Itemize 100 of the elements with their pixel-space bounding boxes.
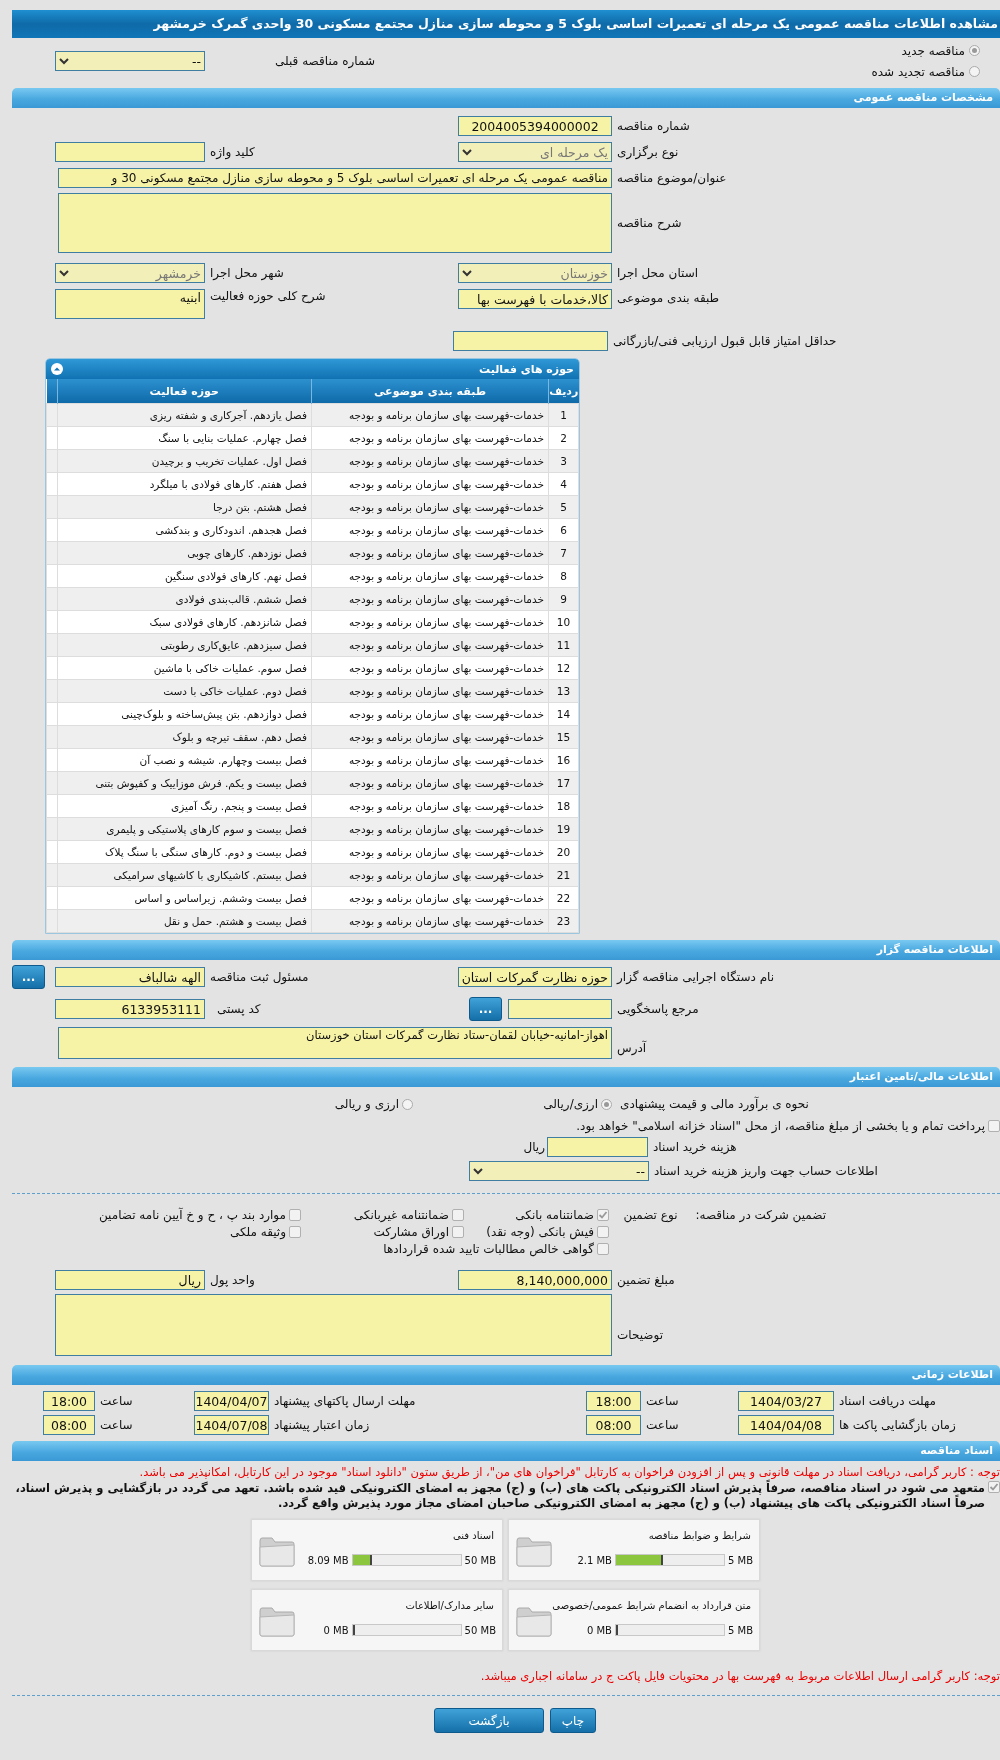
column-header: ردیف — [548, 379, 579, 404]
table-cell: خدمات-فهرست بهای سازمان برنامه و بودجه — [311, 472, 549, 496]
browse-button[interactable]: ... — [469, 997, 502, 1021]
table-cell: فصل هجدهم. اندودکاری و بندکشی — [57, 518, 312, 542]
section-header: اسناد مناقصه — [12, 1441, 1000, 1461]
radio-label: مناقصه جدید — [901, 43, 965, 58]
table-cell: خدمات-فهرست بهای سازمان برنامه و بودجه — [311, 886, 549, 910]
checkbox-label: فیش بانکی (وجه نقد) — [486, 1225, 594, 1239]
checkbox[interactable] — [597, 1243, 609, 1255]
input-field[interactable] — [547, 1137, 648, 1157]
table-cell: فصل هفتم. کارهای فولادی با میلگرد — [57, 472, 312, 496]
input-field[interactable]: 1404/04/08 — [738, 1415, 834, 1435]
collapse-icon[interactable] — [51, 363, 63, 375]
radio-button[interactable] — [969, 45, 980, 56]
checkbox[interactable] — [597, 1209, 609, 1221]
field-label: نام دستگاه اجرایی مناقصه گزار — [615, 970, 775, 984]
table-cell: خدمات-فهرست بهای سازمان برنامه و بودجه — [311, 909, 549, 933]
field-label: مرجع پاسخگویی — [616, 1002, 699, 1016]
field-label: اطلاعات حساب جهت واریز هزینه خرید اسناد — [653, 1164, 878, 1178]
field-label: ساعت — [645, 1418, 679, 1432]
column-header: حوزه فعالیت — [57, 379, 312, 404]
input-field[interactable]: 1404/07/08 — [194, 1415, 269, 1435]
radio-button[interactable] — [601, 1098, 612, 1110]
browse-button[interactable]: ... — [12, 965, 45, 989]
table-cell: 16 — [548, 748, 579, 772]
table-cell: 4 — [548, 472, 579, 496]
back-button[interactable]: بازگشت — [434, 1708, 544, 1733]
input-field[interactable]: 6133953111 — [55, 999, 205, 1019]
input-field[interactable]: کالا،خدمات با فهرست بها — [458, 289, 612, 309]
file-size: 0 MB — [586, 1624, 612, 1636]
file-size: 0 MB — [323, 1624, 349, 1636]
checkbox[interactable] — [452, 1226, 464, 1238]
input-field[interactable]: 08:00 — [586, 1415, 641, 1435]
checkbox[interactable] — [988, 1120, 1000, 1132]
checkbox[interactable] — [988, 1481, 1000, 1493]
dropdown[interactable]: خوزستان — [458, 263, 612, 283]
checkbox[interactable] — [289, 1226, 301, 1238]
dropdown[interactable]: خرمشهر — [55, 263, 205, 283]
input-field[interactable] — [55, 142, 205, 162]
field-label: شماره مناقصه — [616, 119, 690, 133]
checkbox[interactable] — [452, 1209, 464, 1221]
table-cell: خدمات-فهرست بهای سازمان برنامه و بودجه — [311, 426, 549, 450]
table-cell: خدمات-فهرست بهای سازمان برنامه و بودجه — [311, 656, 549, 680]
table-cell: خدمات-فهرست بهای سازمان برنامه و بودجه — [311, 633, 549, 657]
table-cell: فصل بیست و یکم. فرش موزاییک و کفپوش بتنی — [57, 771, 312, 795]
input-field[interactable]: ابنیه — [55, 289, 205, 319]
input-field[interactable]: 18:00 — [586, 1391, 641, 1411]
input-field[interactable]: 18:00 — [43, 1391, 95, 1411]
max-size: 5 MB — [727, 1624, 753, 1636]
input-field[interactable]: ریال — [55, 1270, 205, 1290]
column-header: طبقه بندی موضوعی — [311, 379, 549, 404]
checkbox-label: اوراق مشارکت — [373, 1225, 449, 1239]
chevron-icon — [462, 269, 472, 277]
dropdown[interactable]: -- — [469, 1161, 649, 1181]
text-area[interactable]: اهواز-امانیه-خیابان لقمان-ستاد نظارت گمرکات استان خوزستان — [58, 1027, 612, 1059]
field-label: استان محل اجرا — [616, 266, 699, 280]
input-field[interactable] — [453, 331, 608, 351]
input-field[interactable]: مناقصه عمومی یک مرحله ای تعمیرات اساسی بلوک 5 و محوطه سازی منازل مجتمع مسکونی 30 و — [58, 168, 612, 188]
table-cell: خدمات-فهرست بهای سازمان برنامه و بودجه — [311, 725, 549, 749]
radio-button[interactable] — [969, 66, 980, 77]
dropdown[interactable]: -- — [55, 51, 205, 71]
radio-label: مناقصه تجدید شده — [871, 64, 965, 79]
checkbox[interactable] — [289, 1209, 301, 1221]
table-cell: 8 — [548, 564, 579, 588]
table-cell: فصل بیستم. کاشیکاری با کاشیهای سرامیکی — [57, 863, 312, 887]
input-field[interactable]: 2004005394000002 — [458, 116, 612, 136]
checkbox-label: گواهی خالص مطالبات تایید شده قراردادها — [383, 1242, 594, 1256]
input-field[interactable]: 08:00 — [43, 1415, 95, 1435]
input-field[interactable]: الهه شالباف — [55, 967, 205, 987]
input-field[interactable]: 1404/03/27 — [738, 1391, 834, 1411]
field-label: ساعت — [645, 1394, 679, 1408]
input-field[interactable]: حوزه نظارت گمرکات استان — [458, 967, 612, 987]
panel-title: حوزه های فعالیت — [479, 362, 574, 376]
input-field[interactable] — [508, 999, 612, 1019]
text-area[interactable] — [58, 193, 612, 253]
table-cell: 14 — [548, 702, 579, 726]
table-cell: خدمات-فهرست بهای سازمان برنامه و بودجه — [311, 610, 549, 634]
radio-label: ارزی و ریالی — [334, 1097, 399, 1111]
field-label: تضمین شرکت در مناقصه: — [695, 1208, 826, 1222]
table-cell: 2 — [548, 426, 579, 450]
file-name: متن قرارداد به انضمام شرایط عمومی/خصوصی — [552, 1600, 751, 1611]
input-field[interactable]: 8,140,000,000 — [458, 1270, 612, 1290]
field-label: کد پستی — [216, 1002, 261, 1016]
radio-button[interactable] — [402, 1098, 413, 1110]
file-name: اسناد فنی — [453, 1530, 494, 1541]
table-cell: خدمات-فهرست بهای سازمان برنامه و بودجه — [311, 495, 549, 519]
table-cell: خدمات-فهرست بهای سازمان برنامه و بودجه — [311, 794, 549, 818]
text-area[interactable] — [55, 1294, 612, 1356]
table-cell: فصل نهم. کارهای فولادی سنگین — [57, 564, 312, 588]
table-cell: 22 — [548, 886, 579, 910]
file-size: 8.09 MB — [307, 1554, 349, 1566]
field-label: شرح مناقصه — [616, 216, 682, 230]
checkbox[interactable] — [597, 1226, 609, 1238]
dropdown[interactable]: یک مرحله ای — [458, 142, 612, 162]
input-field[interactable]: 1404/04/07 — [194, 1391, 269, 1411]
table-cell: فصل شانزدهم. کارهای فولادی سبک — [57, 610, 312, 634]
field-label: زمان بازگشایی پاکت ها — [838, 1418, 956, 1432]
table-cell: 13 — [548, 679, 579, 703]
table-cell: 17 — [548, 771, 579, 795]
print-button[interactable]: چاپ — [550, 1708, 596, 1733]
